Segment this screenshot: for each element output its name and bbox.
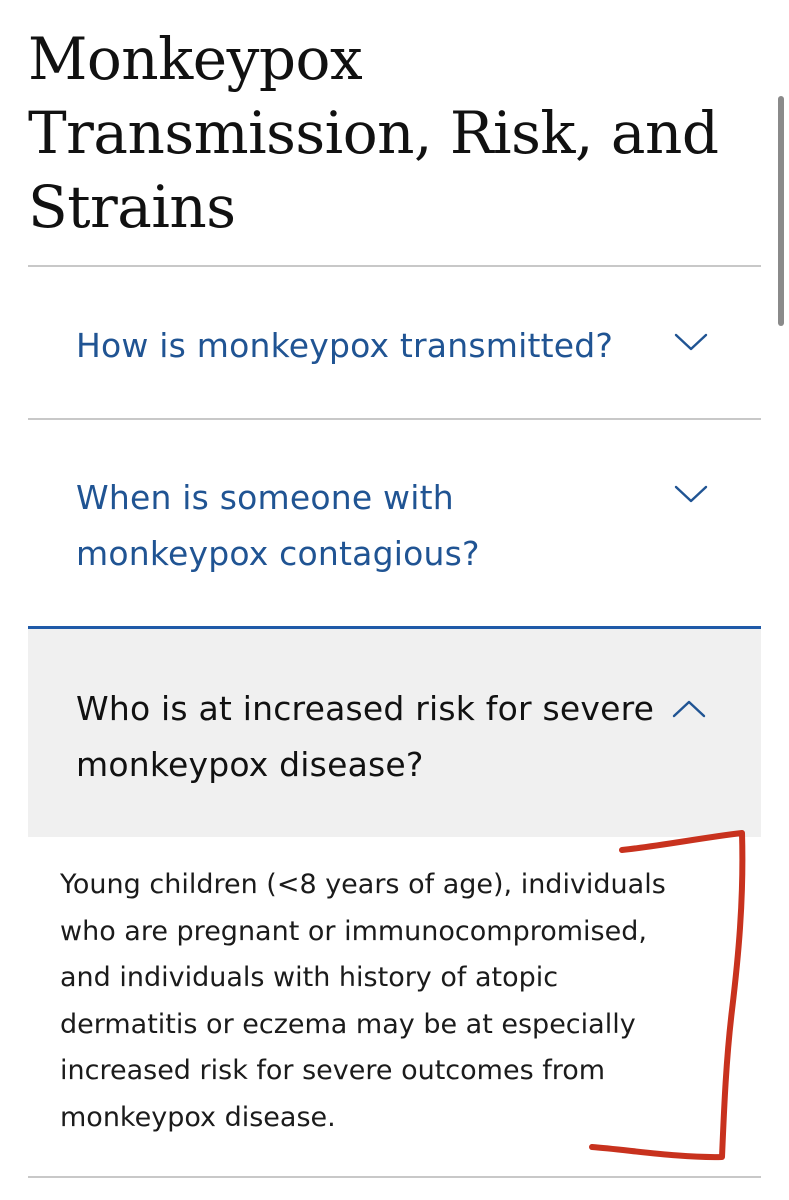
accordion-question[interactable]: When is someone with monkeypox contagiou… xyxy=(76,470,480,582)
answer-line: dermatitis or eczema may be at especiall… xyxy=(60,1008,636,1040)
accordion-question[interactable]: Who is at increased risk for severe monk… xyxy=(76,681,654,793)
page-title: Monkeypox Transmission, Risk, and Strain… xyxy=(28,22,768,244)
accordion-question[interactable]: How is monkeypox transmitted? xyxy=(76,318,613,374)
answer-line: increased risk for severe outcomes from xyxy=(60,1055,606,1086)
accordion-answer: Young children (<8 years of age), indivi… xyxy=(60,862,666,1141)
page-title-line: Strains xyxy=(28,173,236,241)
accordion-item-contagious[interactable]: When is someone with monkeypox contagiou… xyxy=(28,420,761,626)
chevron-down-icon[interactable] xyxy=(674,484,708,504)
scrollbar[interactable] xyxy=(778,96,784,326)
accordion-question-line: When is someone with xyxy=(76,478,454,517)
accordion-question-line: Who is at increased risk for severe xyxy=(76,689,655,728)
answer-line: Young children (<8 years of age), indivi… xyxy=(60,869,666,900)
divider xyxy=(28,1176,761,1178)
page-title-line: Transmission, Risk, and xyxy=(28,99,719,167)
page: Monkeypox Transmission, Risk, and Strain… xyxy=(0,0,789,1200)
accordion-question-line: monkeypox contagious? xyxy=(76,534,480,573)
accordion-item-transmission[interactable]: How is monkeypox transmitted? xyxy=(28,268,761,418)
accordion-question-line: monkeypox disease? xyxy=(76,745,424,784)
chevron-down-icon[interactable] xyxy=(674,332,708,352)
answer-line: monkeypox disease. xyxy=(60,1101,336,1133)
answer-line: and individuals with history of atopic xyxy=(60,962,559,993)
accordion-question-line: How is monkeypox transmitted? xyxy=(76,326,614,365)
accordion-item-increased-risk[interactable]: Who is at increased risk for severe monk… xyxy=(28,626,761,837)
divider xyxy=(28,265,761,267)
page-title-line: Monkeypox xyxy=(28,25,363,93)
answer-line: who are pregnant or immunocompromised, xyxy=(60,915,647,947)
chevron-up-icon[interactable] xyxy=(672,699,706,719)
